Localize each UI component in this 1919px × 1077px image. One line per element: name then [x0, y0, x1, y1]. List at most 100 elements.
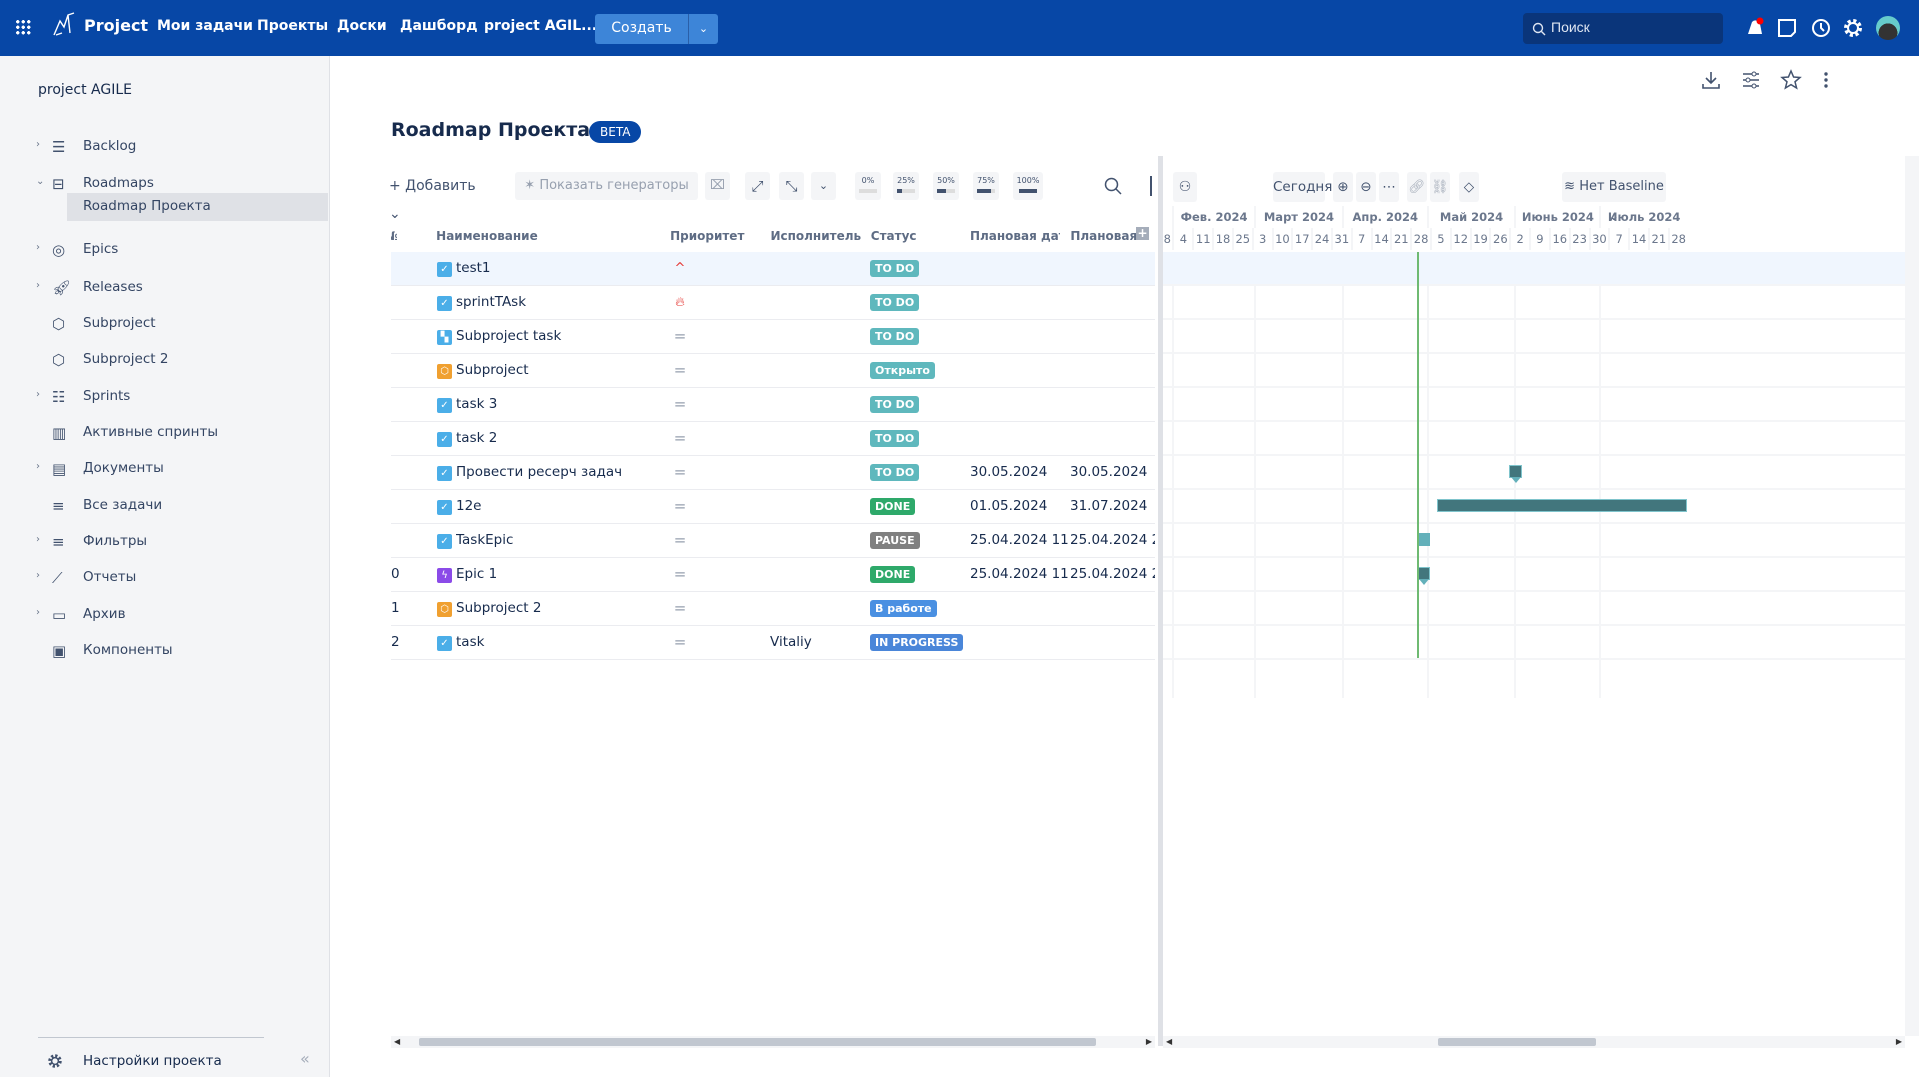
search-box[interactable]	[1523, 13, 1723, 44]
table-row[interactable]: 1 ⬡ Subproject 2 = В работе	[391, 592, 1155, 626]
progress-filter-0[interactable]: 0%	[855, 172, 881, 200]
sidebar-item-sprints[interactable]: › ☷ Sprints	[0, 383, 328, 411]
logo-text[interactable]: Project	[84, 16, 148, 35]
task-name-link[interactable]: Subproject task	[456, 320, 626, 353]
app-switcher-icon[interactable]	[15, 19, 31, 35]
scroll-left-arrow-icon[interactable]: ◀	[394, 1036, 400, 1048]
sidebar-item-архив[interactable]: › ▭ Архив	[0, 601, 328, 629]
zoom-out-icon[interactable]: ⊖	[1356, 172, 1376, 202]
progress-filter-100[interactable]: 100%	[1013, 172, 1043, 200]
scroll-left-arrow-icon[interactable]: ◀	[1166, 1036, 1172, 1048]
nav-dashboard[interactable]: Дашборд	[400, 18, 478, 34]
task-name-link[interactable]: task	[456, 626, 626, 659]
search-input[interactable]	[1551, 19, 1711, 35]
table-row[interactable]: ✓ task 3 = TO DO	[391, 388, 1155, 422]
chevron-icon[interactable]: ›	[36, 570, 40, 581]
column-header-3[interactable]: Исполнитель	[770, 226, 880, 252]
table-row[interactable]: ⬡ Subproject = Открыто	[391, 354, 1155, 388]
sidebar-item-активные-спринты[interactable]: ▥ Активные спринты	[0, 419, 328, 447]
assignee[interactable]: Vitaliy	[770, 626, 865, 659]
assignee[interactable]	[770, 524, 865, 557]
assignee[interactable]	[770, 422, 865, 455]
assignee[interactable]	[770, 456, 865, 489]
sidebar-item-roadmap-проекта[interactable]: Roadmap Проекта	[67, 193, 328, 221]
task-name-link[interactable]: 12e	[456, 490, 626, 523]
column-header-1[interactable]: Наименование	[436, 226, 546, 252]
table-row[interactable]: ✓ TaskEpic = PAUSE 25.04.2024 11: 25.04.2024 …	[391, 524, 1155, 558]
task-name-link[interactable]: sprintTAsk	[456, 286, 626, 319]
task-name-link[interactable]: TaskEpic	[456, 524, 626, 557]
task-name-link[interactable]: Провести ресерч задач	[456, 456, 626, 489]
scrollbar-thumb[interactable]	[419, 1038, 1096, 1046]
notifications-bell-icon[interactable]	[1742, 16, 1766, 40]
assignee[interactable]	[770, 286, 865, 319]
assignee[interactable]	[770, 354, 865, 387]
task-name-link[interactable]: test1	[456, 252, 626, 285]
assignees-icon[interactable]: ⚇	[1173, 172, 1197, 202]
collapse-all-icon[interactable]: ⤡	[779, 172, 804, 200]
download-icon[interactable]	[1700, 69, 1722, 91]
progress-filter-50[interactable]: 50%	[933, 172, 959, 200]
status-badge[interactable]: Открыто	[870, 361, 935, 379]
sidebar-item-epics[interactable]: › ◎ Epics	[0, 236, 328, 264]
nav-my-tasks[interactable]: Мои задачи	[157, 18, 253, 34]
progress-filter-75[interactable]: 75%	[973, 172, 999, 200]
chevron-icon[interactable]: ›	[36, 242, 40, 253]
settings-gear-icon[interactable]	[1841, 16, 1865, 40]
table-row[interactable]: ✓ sprintTAsk 🔥︎ TO DO	[391, 286, 1155, 320]
notes-icon[interactable]	[1775, 16, 1799, 40]
logo-icon[interactable]	[50, 9, 78, 39]
table-row[interactable]: 0 ϟ Epic 1 = DONE 25.04.2024 11:25.04.2024 20	[391, 558, 1155, 592]
scroll-right-arrow-icon[interactable]: ▶	[1896, 1036, 1902, 1048]
chevron-icon[interactable]: ›	[36, 139, 40, 150]
assignee[interactable]	[770, 320, 865, 353]
gantt-vertical-scrollbar[interactable]	[1905, 156, 1919, 1036]
link-icon[interactable]: 🔗︎	[1407, 172, 1427, 202]
chevron-icon[interactable]: ›	[36, 389, 40, 400]
nav-boards[interactable]: Доски	[337, 18, 387, 34]
task-name-link[interactable]: Subproject 2	[456, 592, 626, 625]
table-row[interactable]: ✓ Провести ресерч задач = TO DO 30.05.2024 30…	[391, 456, 1155, 490]
status-badge[interactable]: TO DO	[870, 327, 920, 345]
nav-current-project[interactable]: project AGIL...	[484, 18, 597, 34]
baseline-select[interactable]: ≋ Нет Baseline ⌄	[1562, 172, 1666, 224]
status-badge[interactable]: TO DO	[870, 395, 920, 413]
assignee[interactable]	[770, 252, 865, 285]
sidebar-item-backlog[interactable]: › ☰ Backlog	[0, 133, 328, 161]
today-button[interactable]: Сегодня	[1273, 172, 1332, 202]
sidebar-item-releases[interactable]: › 🚀︎ Releases	[0, 274, 328, 302]
status-badge[interactable]: В работе	[870, 599, 937, 617]
status-badge[interactable]: DONE	[870, 565, 916, 583]
status-badge[interactable]: TO DO	[870, 259, 920, 277]
star-icon[interactable]	[1780, 69, 1802, 91]
status-badge[interactable]: DONE	[870, 497, 916, 515]
task-name-link[interactable]: task 3	[456, 388, 626, 421]
chevron-icon[interactable]: ›	[36, 607, 40, 618]
create-dropdown-chevron-icon[interactable]: ⌄	[688, 14, 718, 44]
more-vertical-icon[interactable]	[1815, 69, 1837, 91]
sidebar-item-компоненты[interactable]: ▣ Компоненты	[0, 637, 328, 665]
sidebar-item-отчеты[interactable]: › ⟋ Отчеты	[0, 564, 328, 592]
sidebar-item-документы[interactable]: › ▤ Документы	[0, 455, 328, 483]
show-generators-button[interactable]: ✶ Показать генераторы	[515, 172, 698, 200]
progress-filter-25[interactable]: 25%	[893, 172, 919, 200]
column-header-4[interactable]: Статус	[871, 226, 981, 252]
column-header-6[interactable]: Плановая	[1070, 226, 1140, 252]
sidebar-item-все-задачи[interactable]: ≡ Все задачи	[0, 492, 328, 520]
sidebar-item-subproject-2[interactable]: ⬡ Subproject 2	[0, 346, 328, 374]
gantt-horizontal-scrollbar[interactable]: ◀ ▶	[1163, 1036, 1905, 1048]
more-horizontal-icon[interactable]: ⋯	[1379, 172, 1399, 202]
add-button[interactable]: + Добавить ⌄	[389, 172, 489, 222]
status-badge[interactable]: TO DO	[870, 429, 920, 447]
table-row[interactable]: ✓ task 2 = TO DO	[391, 422, 1155, 456]
assignee[interactable]	[770, 558, 865, 591]
collapse-sidebar-button[interactable]: «	[300, 1049, 310, 1068]
create-button[interactable]: Создать	[595, 20, 688, 36]
chevron-icon[interactable]: ⌄	[36, 176, 44, 187]
zoom-in-icon[interactable]: ⊕	[1333, 172, 1353, 202]
table-row[interactable]: ✓ test1 ^ TO DO	[391, 252, 1155, 286]
status-badge[interactable]: IN PROGRESS	[870, 633, 964, 651]
search-icon[interactable]	[1103, 176, 1123, 196]
project-settings-link[interactable]: Настройки проекта	[83, 1053, 222, 1069]
table-horizontal-scrollbar[interactable]: ◀ ▶	[391, 1036, 1155, 1048]
